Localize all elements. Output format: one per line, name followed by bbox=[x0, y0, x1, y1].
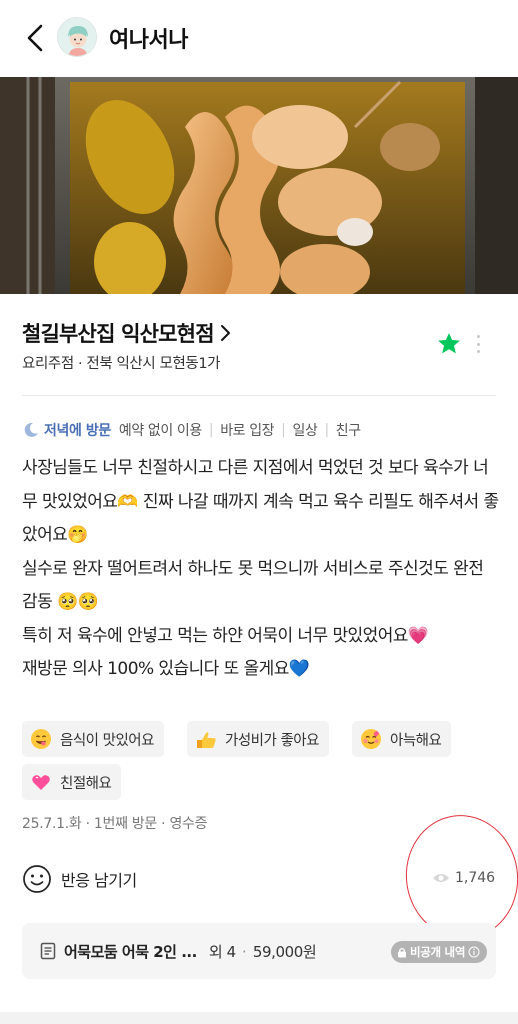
eye-icon bbox=[433, 874, 449, 882]
more-options-button[interactable] bbox=[470, 332, 486, 356]
place-category: 요리주점 bbox=[22, 356, 74, 372]
subtitle-separator: · bbox=[73, 356, 87, 372]
top-bar: 여나서나 bbox=[0, 0, 518, 76]
tag-separator: | bbox=[281, 422, 286, 438]
reviewer-name[interactable]: 여나서나 bbox=[109, 22, 188, 54]
visit-tag: 예약 없이 이용 bbox=[118, 423, 202, 439]
place-name: 철길부산집 익산모현점 bbox=[22, 322, 215, 346]
order-menu: 어묵모둠 어묵 2인 ... bbox=[64, 942, 197, 961]
review-text: 사장님들도 너무 친절하시고 다른 지점에서 먹었던 것 보다 육수가 너무 맛… bbox=[22, 458, 499, 679]
visit-tag: 일상 bbox=[292, 423, 318, 439]
cozy-face-icon bbox=[361, 729, 381, 749]
private-badge-label: 비공개 내역 bbox=[410, 945, 466, 959]
keyword-label: 아늑해요 bbox=[390, 732, 442, 749]
view-count-value: 1,746 bbox=[455, 870, 496, 886]
visit-tag: 친구 bbox=[335, 423, 361, 439]
smiley-icon bbox=[23, 865, 51, 893]
visit-time-tag: 저녁에 방문 bbox=[44, 423, 111, 439]
private-history-badge[interactable]: 비공개 내역 bbox=[391, 941, 488, 963]
leave-reaction-button[interactable]: 반응 남기기 bbox=[22, 862, 137, 896]
keyword-label: 음식이 맛있어요 bbox=[60, 732, 155, 749]
place-location: 전북 익산시 모현동1가 bbox=[86, 356, 221, 372]
keyword-chip-value[interactable]: 가성비가 좋아요 bbox=[187, 721, 329, 757]
star-icon bbox=[438, 332, 460, 354]
receipt-icon bbox=[40, 942, 56, 960]
tag-separator: | bbox=[324, 422, 329, 438]
thumbs-up-icon bbox=[197, 732, 216, 748]
order-price: 59,000원 bbox=[252, 942, 317, 961]
save-star-button[interactable] bbox=[436, 331, 462, 357]
divider bbox=[22, 395, 496, 396]
dot bbox=[476, 342, 480, 346]
order-info[interactable]: 어묵모둠 어묵 2인 ... 외 4 · 59,000원 비공개 내역 bbox=[22, 923, 496, 979]
reaction-label: 반응 남기기 bbox=[61, 871, 137, 890]
section-separator bbox=[0, 1012, 518, 1024]
order-separator: · bbox=[241, 941, 247, 961]
chevron-right-icon bbox=[220, 325, 230, 341]
order-extra-count: 외 4 bbox=[208, 942, 236, 961]
dot bbox=[476, 335, 480, 338]
keyword-chip-kind[interactable]: 친절해요 bbox=[22, 764, 122, 800]
visit-tags: 저녁에 방문 예약 없이 이용 | 바로 입장 | 일상 | 친구 bbox=[22, 420, 361, 440]
dot bbox=[476, 350, 480, 353]
tag-separator: | bbox=[208, 422, 214, 438]
visit-tag: 바로 입장 bbox=[220, 423, 275, 439]
keyword-label: 친절해요 bbox=[60, 775, 112, 792]
keyword-label: 가성비가 좋아요 bbox=[225, 732, 320, 749]
place-subtitle: 요리주점 · 전북 익산시 모현동1가 bbox=[22, 352, 221, 373]
place-name-link[interactable]: 철길부산집 익산모현점 bbox=[22, 318, 231, 348]
keyword-chip-taste[interactable]: 음식이 맛있어요 bbox=[22, 721, 164, 757]
avatar[interactable] bbox=[57, 17, 97, 57]
lock-icon bbox=[398, 947, 406, 957]
review-photo[interactable] bbox=[0, 77, 518, 294]
heart-icon bbox=[32, 775, 50, 790]
moon-icon bbox=[24, 422, 38, 437]
view-count: 1,746 bbox=[432, 870, 495, 886]
visit-meta: 25.7.1.화 · 1번째 방문 · 영수증 bbox=[22, 816, 208, 832]
back-button[interactable] bbox=[18, 20, 52, 56]
yum-face-icon bbox=[31, 729, 51, 749]
chevron-left-icon bbox=[27, 24, 43, 52]
info-icon bbox=[468, 946, 480, 958]
keyword-chip-cozy[interactable]: 아늑해요 bbox=[352, 721, 452, 757]
